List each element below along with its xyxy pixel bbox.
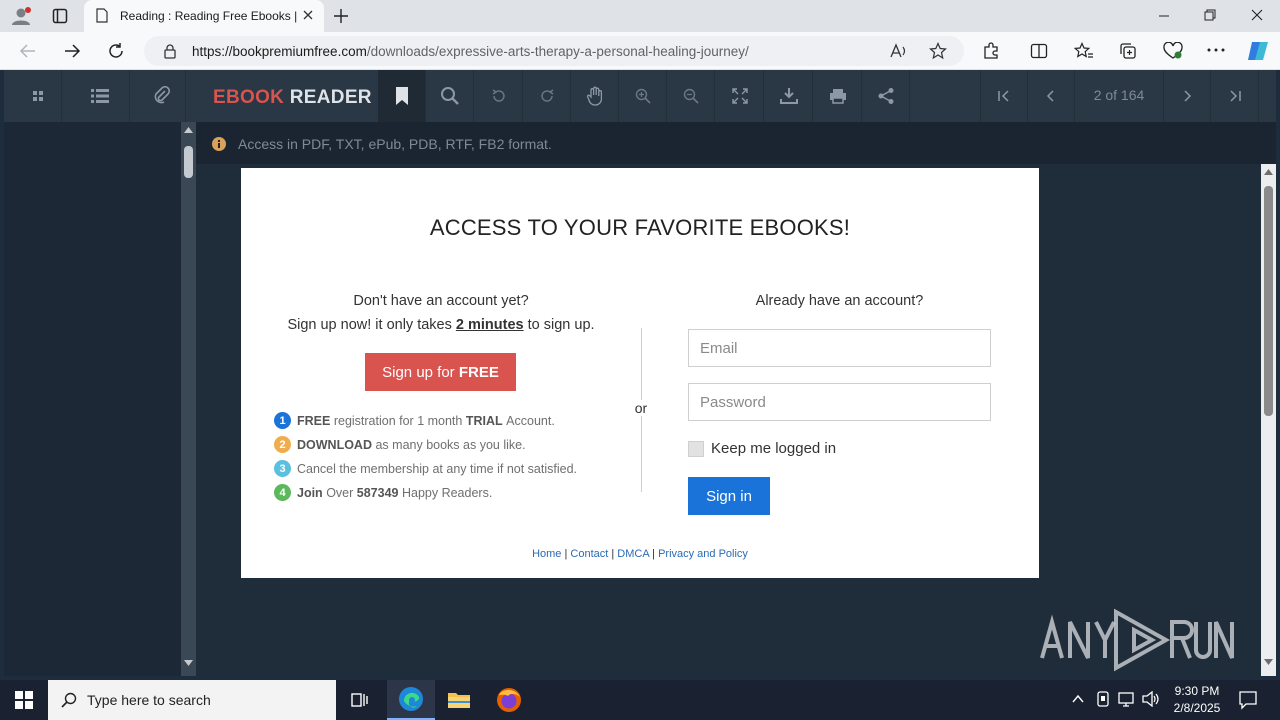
- format-notice-text: Access in PDF, TXT, ePub, PDB, RTF, FB2 …: [238, 136, 552, 152]
- hand-tool-icon[interactable]: [571, 70, 619, 122]
- signin-button[interactable]: Sign in: [688, 477, 770, 515]
- print-icon[interactable]: [814, 70, 862, 122]
- tab-title: Reading : Reading Free Ebooks | F: [120, 9, 300, 23]
- tab-actions-icon[interactable]: [52, 8, 68, 24]
- last-page-icon[interactable]: [1211, 70, 1259, 122]
- clock-time: 9:30 PM: [1174, 684, 1220, 698]
- page-scrollbar[interactable]: [1261, 164, 1276, 676]
- card-title: ACCESS TO YOUR FAVORITE EBOOKS!: [429, 215, 851, 240]
- benefit-step-4: 4 Join Over 587349 Happy Readers.: [274, 484, 492, 501]
- taskbar-search-icon: [61, 692, 77, 708]
- password-field[interactable]: [688, 383, 991, 421]
- url-bar[interactable]: https://bookpremiumfree.com/downloads/ex…: [144, 36, 964, 66]
- tab-close-icon[interactable]: [302, 9, 314, 21]
- or-separator: or: [626, 400, 656, 416]
- browser-titlebar: Reading : Reading Free Ebooks | F: [0, 0, 1280, 32]
- address-toolbar: https://bookpremiumfree.com/downloads/ex…: [0, 32, 1280, 70]
- clock-date: 2/8/2025: [1173, 701, 1221, 715]
- have-account-text: Already have an account?: [755, 293, 924, 309]
- benefit-step-2: 2 DOWNLOAD as many books as you like.: [274, 436, 526, 453]
- footer-links: Home | Contact | DMCA | Privacy and Poli…: [532, 548, 748, 560]
- split-screen-icon[interactable]: [1030, 42, 1048, 60]
- bookmark-icon[interactable]: [378, 70, 426, 122]
- more-options-icon[interactable]: [1207, 48, 1225, 52]
- browser-essentials-icon[interactable]: [1163, 42, 1183, 60]
- rotate-right-icon[interactable]: [523, 70, 571, 122]
- copilot-icon[interactable]: [1246, 40, 1270, 62]
- share-icon[interactable]: [862, 70, 910, 122]
- info-icon: [212, 137, 226, 151]
- grid-view-icon[interactable]: [14, 70, 62, 122]
- download-icon[interactable]: [765, 70, 813, 122]
- keep-logged-in-checkbox[interactable]: [688, 441, 704, 457]
- page-icon: [96, 8, 108, 23]
- profile-icon[interactable]: [10, 6, 32, 26]
- fullscreen-icon[interactable]: [716, 70, 764, 122]
- read-aloud-icon[interactable]: [890, 43, 908, 59]
- reader-logo: EBOOK READER: [213, 87, 372, 108]
- file-explorer-icon[interactable]: [435, 680, 483, 720]
- previous-page-icon[interactable]: [1027, 70, 1075, 122]
- page-counter: 2 of 164: [1093, 87, 1145, 103]
- edge-taskbar-icon[interactable]: [387, 680, 435, 720]
- attachment-icon[interactable]: [138, 70, 186, 122]
- taskbar-search-text: Type here to search: [87, 692, 211, 708]
- benefit-step-3: 3 Cancel the membership at any time if no…: [274, 460, 577, 477]
- collections-icon[interactable]: [1119, 42, 1137, 60]
- anyrun-watermark-logo: [1038, 608, 1234, 672]
- new-tab-icon[interactable]: [333, 8, 349, 24]
- no-account-text: Don't have an account yet?: [353, 293, 529, 309]
- thumbnail-sidebar: [4, 122, 181, 676]
- volume-icon[interactable]: [1142, 691, 1160, 707]
- privacy-link[interactable]: Privacy and Policy: [658, 548, 748, 560]
- benefit-step-1: 1 FREE registration for 1 month TRIAL Acc…: [274, 412, 555, 429]
- close-window-icon[interactable]: [1251, 9, 1263, 21]
- taskbar-search[interactable]: Type here to search: [48, 680, 336, 720]
- lock-icon[interactable]: [164, 44, 176, 59]
- url-text: https://bookpremiumfree.com/downloads/ex…: [192, 44, 749, 59]
- extensions-icon[interactable]: [982, 42, 1000, 60]
- favorite-star-icon[interactable]: [929, 42, 947, 60]
- signup-info-text: Sign up now! it only takes 2 minutes to …: [287, 317, 595, 333]
- sidebar-scrollbar[interactable]: [181, 122, 196, 676]
- back-icon[interactable]: [19, 43, 37, 59]
- contact-link[interactable]: Contact: [570, 548, 608, 560]
- tray-chevron-icon[interactable]: [1072, 694, 1084, 704]
- taskbar-clock[interactable]: 9:30 PM 2/8/2025: [1162, 683, 1232, 717]
- search-icon[interactable]: [426, 70, 474, 122]
- email-field[interactable]: [688, 329, 991, 367]
- rotate-left-icon[interactable]: [475, 70, 523, 122]
- keep-logged-in-label: Keep me logged in: [711, 440, 837, 457]
- start-button[interactable]: [0, 680, 48, 720]
- refresh-icon[interactable]: [107, 42, 125, 60]
- zoom-in-icon[interactable]: [619, 70, 667, 122]
- forward-icon[interactable]: [63, 43, 81, 59]
- network-icon[interactable]: [1118, 691, 1136, 707]
- firefox-icon[interactable]: [485, 680, 533, 720]
- signup-button[interactable]: Sign up for FREE: [365, 353, 516, 391]
- minimize-icon[interactable]: [1158, 10, 1170, 22]
- next-page-icon[interactable]: [1163, 70, 1211, 122]
- first-page-icon[interactable]: [980, 70, 1028, 122]
- dmca-link[interactable]: DMCA: [617, 548, 649, 560]
- notifications-icon[interactable]: [1238, 690, 1258, 710]
- tray-device-icon[interactable]: [1095, 691, 1111, 707]
- zoom-out-icon[interactable]: [667, 70, 715, 122]
- favorites-icon[interactable]: [1074, 42, 1094, 60]
- home-link[interactable]: Home: [532, 548, 561, 560]
- browser-tab[interactable]: Reading : Reading Free Ebooks | F: [84, 0, 324, 32]
- task-view-icon[interactable]: [336, 680, 384, 720]
- toc-list-icon[interactable]: [70, 70, 130, 122]
- restore-icon[interactable]: [1204, 9, 1216, 21]
